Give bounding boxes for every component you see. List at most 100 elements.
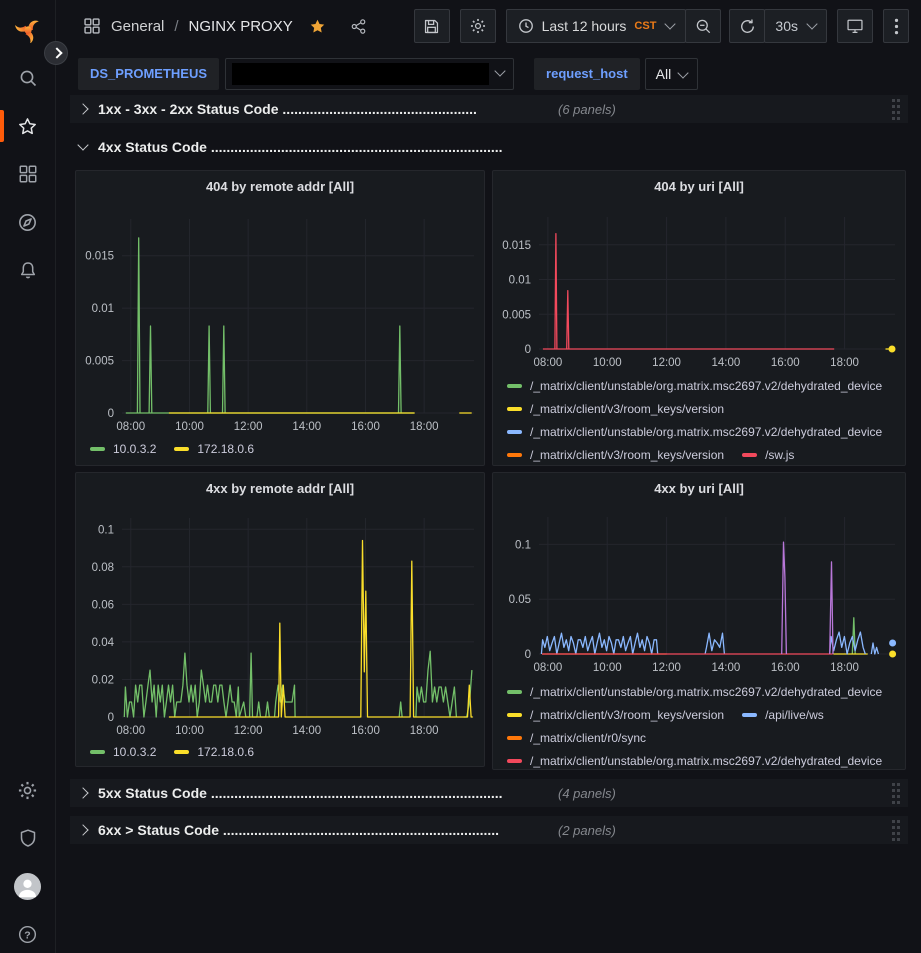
legend-label: /_matrix/client/v3/room_keys/version [530, 448, 724, 462]
legend-item[interactable]: /_matrix/client/unstable/org.matrix.msc2… [507, 754, 882, 768]
variable-dropdown-ds-prometheus[interactable] [225, 58, 514, 90]
refresh-interval-picker[interactable]: 30s [764, 9, 827, 43]
row-5xx[interactable]: 5xx Status Code ........................… [70, 779, 908, 807]
svg-text:16:00: 16:00 [351, 421, 380, 433]
row-4xx[interactable]: 4xx Status Code ........................… [70, 133, 908, 161]
row-title-dots: ........................................… [207, 785, 503, 801]
chevron-down-icon [77, 139, 88, 150]
row-drag-handle[interactable] [891, 819, 901, 846]
search-icon[interactable] [0, 58, 55, 98]
svg-text:0: 0 [525, 344, 531, 356]
apps-grid-icon [83, 17, 101, 35]
help-icon[interactable]: ? [0, 914, 55, 953]
dashboards-icon[interactable] [0, 154, 55, 194]
legend-label: /_matrix/client/unstable/org.matrix.msc2… [530, 754, 882, 768]
grafana-dashboard: ? General / NGINX PROXY [0, 0, 921, 953]
svg-text:0.005: 0.005 [85, 356, 114, 368]
legend-item[interactable]: 172.18.0.6 [174, 442, 254, 456]
svg-text:?: ? [24, 929, 30, 941]
row-drag-handle[interactable] [891, 98, 901, 125]
panel-title[interactable]: 404 by uri [All] [493, 171, 905, 201]
dashboard-header: General / NGINX PROXY [55, 0, 921, 52]
svg-text:0.06: 0.06 [92, 599, 114, 611]
sidebar-expand-button[interactable] [44, 41, 68, 65]
time-series-chart[interactable]: 00.020.040.060.080.108:0010:0012:0014:00… [76, 473, 484, 766]
dashboard-title[interactable]: NGINX PROXY [189, 18, 293, 35]
svg-text:08:00: 08:00 [534, 357, 563, 369]
dashboard-settings-button[interactable] [460, 9, 496, 43]
row-6xx[interactable]: 6xx > Status Code ......................… [70, 816, 908, 844]
row-drag-handle[interactable] [891, 782, 901, 809]
refresh-button[interactable] [729, 9, 765, 43]
row-1xx-3xx-2xx[interactable]: 1xx - 3xx - 2xx Status Code ............… [70, 95, 908, 123]
legend-label: /_matrix/client/unstable/org.matrix.msc2… [530, 379, 882, 393]
legend-color-swatch [507, 713, 522, 717]
chevron-right-icon [77, 787, 88, 798]
legend-item[interactable]: /api/live/ws [742, 708, 824, 722]
row-title: 6xx > Status Code [98, 822, 219, 838]
legend-label: /_matrix/client/r0/sync [530, 731, 646, 745]
row-title-dots: ........................................… [207, 139, 503, 155]
legend-item[interactable]: /_matrix/client/unstable/org.matrix.msc2… [507, 425, 882, 439]
legend-item[interactable]: /_matrix/client/v3/room_keys/version [507, 448, 724, 462]
panel-title[interactable]: 4xx by remote addr [All] [76, 473, 484, 503]
panel-4xx-by-uri: 4xx by uri [All] 00.050.108:0010:0012:00… [492, 472, 906, 770]
legend-item[interactable]: /sw.js [742, 448, 794, 462]
zoom-out-time-button[interactable] [685, 9, 721, 43]
svg-text:08:00: 08:00 [534, 662, 563, 674]
svg-text:18:00: 18:00 [830, 357, 859, 369]
legend-color-swatch [507, 407, 522, 411]
svg-text:0.1: 0.1 [515, 539, 531, 551]
chevron-right-icon [77, 824, 88, 835]
legend-color-swatch [90, 447, 105, 451]
kebab-menu-icon [894, 18, 899, 35]
svg-text:18:00: 18:00 [410, 725, 439, 737]
svg-text:0.01: 0.01 [92, 303, 114, 315]
legend-label: /api/live/ws [765, 708, 824, 722]
starred-dashboards-icon[interactable] [0, 106, 55, 146]
panel-title[interactable]: 404 by remote addr [All] [76, 171, 484, 201]
panel-title[interactable]: 4xx by uri [All] [493, 473, 905, 503]
refresh-icon [739, 18, 756, 35]
time-controls: Last 12 hours CST [506, 9, 722, 43]
svg-text:16:00: 16:00 [771, 662, 800, 674]
legend-item[interactable]: /_matrix/client/v3/room_keys/version [507, 708, 724, 722]
legend-item[interactable]: 10.0.3.2 [90, 442, 156, 456]
panel-legend: /_matrix/client/unstable/org.matrix.msc2… [507, 374, 901, 466]
legend-item[interactable]: 10.0.3.2 [90, 745, 156, 759]
row-panel-count: (2 panels) [558, 823, 616, 838]
row-title: 1xx - 3xx - 2xx Status Code [98, 101, 279, 117]
chart-plot[interactable]: 00.0050.010.01508:0010:0012:0014:0016:00… [76, 171, 484, 465]
share-icon[interactable] [350, 18, 367, 35]
cycle-view-mode-button[interactable] [837, 9, 873, 43]
time-series-chart[interactable]: 00.0050.010.01508:0010:0012:0014:0016:00… [76, 171, 484, 465]
panel-404-by-remote-addr: 404 by remote addr [All] 00.0050.010.015… [75, 170, 485, 466]
legend-color-swatch [507, 384, 522, 388]
time-range-picker[interactable]: Last 12 hours CST [506, 9, 687, 43]
svg-text:0.005: 0.005 [502, 309, 531, 321]
alerting-bell-icon[interactable] [0, 250, 55, 290]
gear-icon [469, 17, 487, 35]
legend-item[interactable]: /_matrix/client/unstable/org.matrix.msc2… [507, 379, 882, 393]
svg-text:12:00: 12:00 [652, 357, 681, 369]
svg-text:14:00: 14:00 [292, 725, 321, 737]
configuration-gear-icon[interactable] [0, 770, 55, 810]
legend-item[interactable]: 172.18.0.6 [174, 745, 254, 759]
legend-item[interactable]: /_matrix/client/v3/room_keys/version [507, 402, 724, 416]
svg-text:12:00: 12:00 [234, 421, 263, 433]
server-admin-shield-icon[interactable] [0, 818, 55, 858]
svg-text:0.05: 0.05 [509, 594, 531, 606]
explore-compass-icon[interactable] [0, 202, 55, 242]
user-avatar[interactable] [0, 866, 55, 906]
timezone-label: CST [634, 20, 656, 32]
variable-dropdown-request-host[interactable]: All [645, 58, 699, 90]
legend-item[interactable]: /_matrix/client/unstable/org.matrix.msc2… [507, 685, 882, 699]
chart-plot[interactable]: 00.020.040.060.080.108:0010:0012:0014:00… [76, 473, 484, 766]
row-title-dots: ........................................… [219, 822, 499, 838]
legend-item[interactable]: /_matrix/client/r0/sync [507, 731, 646, 745]
more-options-button[interactable] [883, 9, 909, 43]
favorite-star-icon[interactable] [309, 18, 326, 35]
panel-legend: 10.0.3.2 172.18.0.6 [90, 742, 480, 762]
save-dashboard-button[interactable] [414, 9, 450, 43]
breadcrumb-folder[interactable]: General [111, 18, 164, 35]
